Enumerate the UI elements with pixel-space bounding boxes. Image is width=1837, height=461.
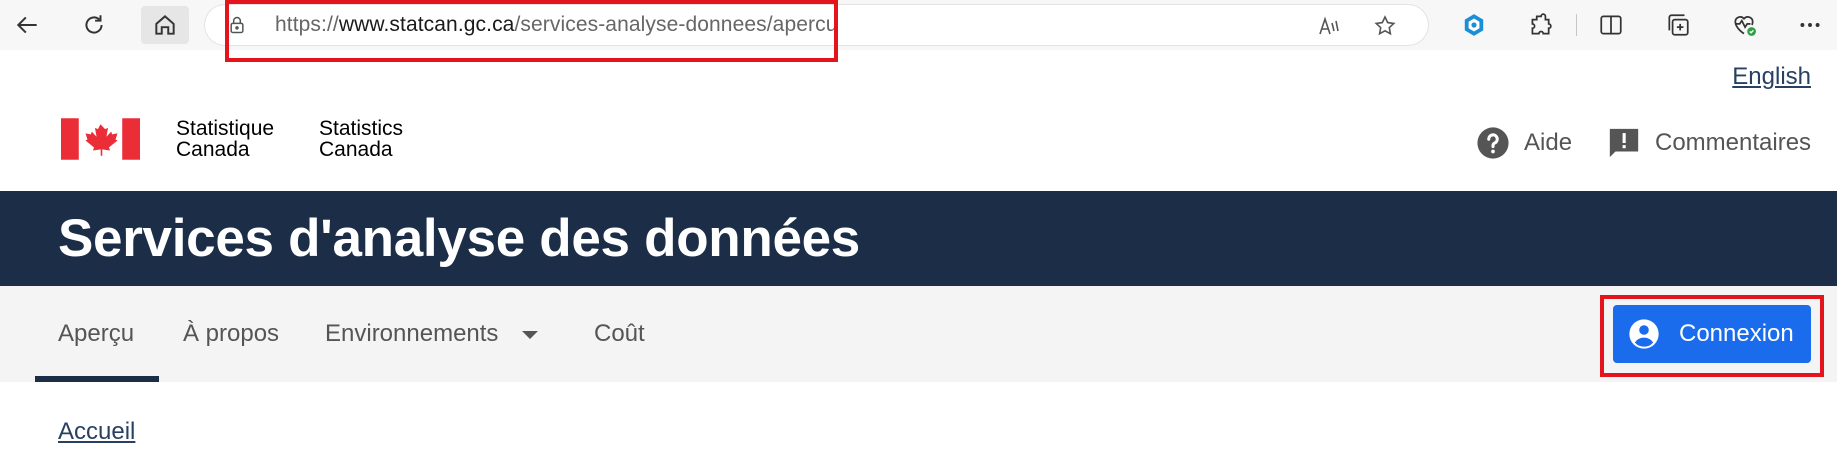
page-title: Services d'analyse des données: [58, 209, 860, 268]
url-prefix: https://: [275, 13, 339, 36]
more-button[interactable]: [1794, 9, 1826, 41]
tab-cout-label: Coût: [594, 320, 645, 347]
lock-icon[interactable]: [227, 15, 247, 35]
back-icon: [16, 16, 37, 34]
tab-environnements-label: Environnements: [325, 320, 499, 347]
collections-icon: [1668, 14, 1689, 36]
section-nav: Aperçu À propos Environnements Coût: [0, 286, 1837, 382]
read-aloud-icon[interactable]: [1317, 14, 1341, 38]
browser-essentials-icon: [1734, 16, 1756, 36]
help-icon: [1477, 127, 1509, 159]
help-link[interactable]: Aide: [1476, 125, 1572, 161]
browser-essentials-button[interactable]: [1728, 9, 1760, 41]
back-button[interactable]: [9, 6, 47, 44]
login-button[interactable]: Connexion: [1613, 305, 1811, 363]
feedback-icon: [1609, 128, 1639, 158]
logo-en-line2: Canada: [319, 138, 393, 161]
favorite-star-icon[interactable]: [1373, 14, 1397, 38]
refresh-icon: [85, 15, 103, 34]
logo-text-fr: Statistique Canada: [176, 118, 274, 160]
tab-apercu[interactable]: Aperçu: [58, 286, 134, 382]
breadcrumb-home-link[interactable]: Accueil: [58, 418, 135, 446]
url-path: /services-analyse-donnees/apercu: [514, 13, 838, 36]
more-icon: [1800, 23, 1820, 27]
tab-cout[interactable]: Coût: [594, 286, 645, 382]
logo-fr-line2: Canada: [176, 138, 250, 161]
address-bar[interactable]: https://www.statcan.gc.ca/services-analy…: [205, 5, 1428, 45]
active-tab-indicator: [35, 376, 159, 382]
refresh-button[interactable]: [75, 6, 113, 44]
feedback-link[interactable]: Commentaires: [1607, 125, 1811, 161]
language-toggle-link[interactable]: English: [1732, 63, 1811, 91]
tab-environnements[interactable]: Environnements: [325, 286, 539, 382]
tab-apercu-label: Aperçu: [58, 320, 135, 347]
login-label: Connexion: [1679, 320, 1794, 347]
logo-text-en: Statistics Canada: [319, 118, 403, 160]
home-icon: [155, 15, 175, 35]
extensions-button[interactable]: [1524, 9, 1556, 41]
url-domain: www.statcan.gc.ca: [338, 13, 515, 36]
copilot-hex-icon: [1464, 14, 1484, 36]
canada-flag-icon: [61, 118, 140, 160]
browser-toolbar: https://www.statcan.gc.ca/services-analy…: [0, 0, 1837, 50]
logo-en-line1: Statistics: [319, 117, 404, 140]
split-screen-icon: [1600, 15, 1622, 35]
feedback-label: Commentaires: [1655, 129, 1812, 156]
caret-down-icon: [522, 331, 539, 339]
tab-a-propos-label: À propos: [183, 320, 280, 347]
extensions-icon: [1531, 13, 1552, 35]
url-text[interactable]: https://www.statcan.gc.ca/services-analy…: [275, 13, 838, 37]
split-screen-button[interactable]: [1595, 9, 1627, 41]
page-banner: Services d'analyse des données: [0, 191, 1837, 286]
collections-button[interactable]: [1662, 9, 1694, 41]
help-label: Aide: [1524, 129, 1573, 156]
home-button[interactable]: [141, 6, 189, 44]
copilot-button[interactable]: [1458, 9, 1490, 41]
logo-fr-line1: Statistique: [176, 117, 275, 140]
account-circle-icon: [1629, 319, 1659, 349]
toolbar-divider: [1576, 14, 1577, 36]
tab-a-propos[interactable]: À propos: [183, 286, 279, 382]
